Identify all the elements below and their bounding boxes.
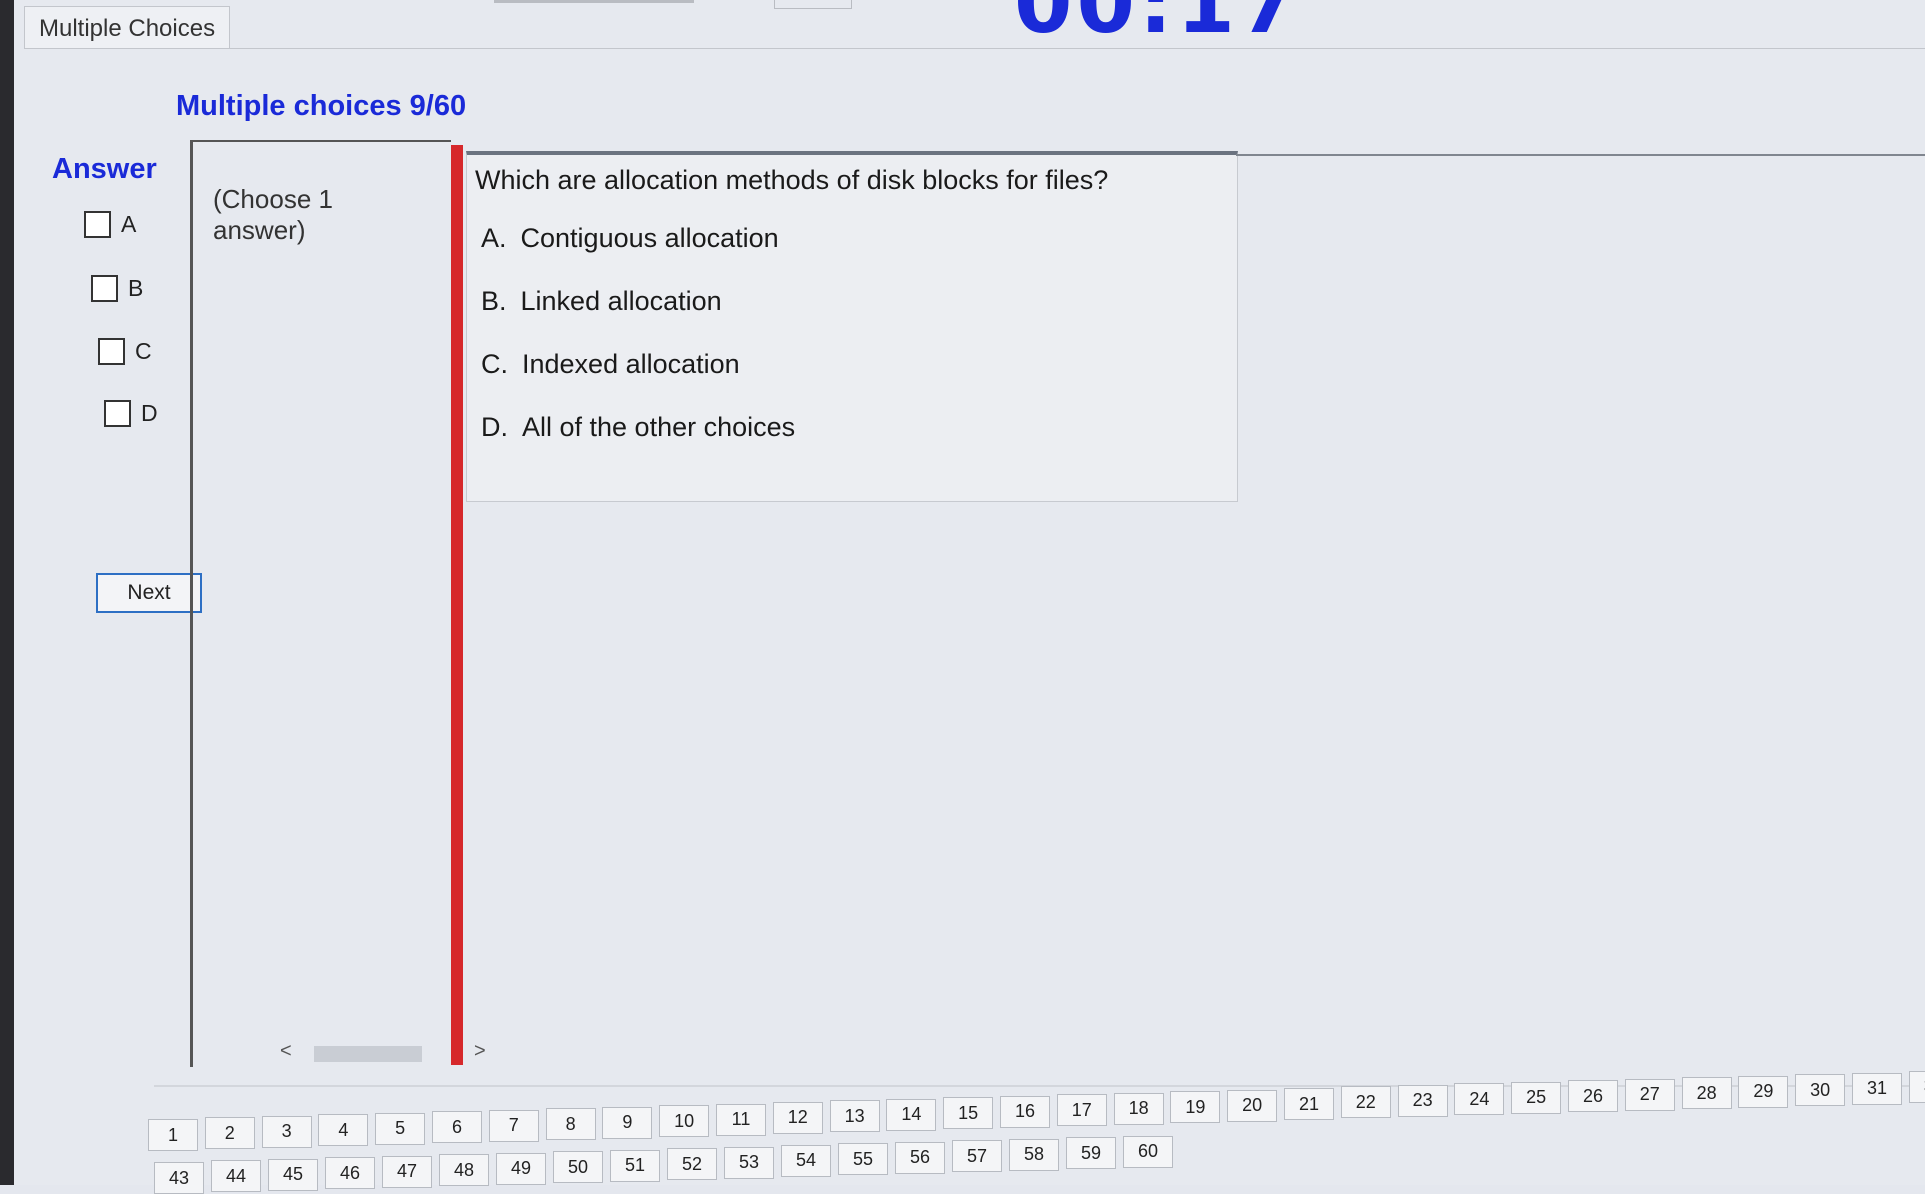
choice-d-text: All of the other choices bbox=[522, 412, 796, 442]
quiz-window: 00:17 Multiple Choices Multiple choices … bbox=[14, 0, 1925, 1194]
question-nav-button[interactable]: 30 bbox=[1795, 1074, 1846, 1107]
question-nav-button[interactable]: 16 bbox=[1000, 1095, 1050, 1128]
question-nav-button[interactable]: 44 bbox=[211, 1160, 261, 1193]
monitor-bezel bbox=[0, 0, 14, 1185]
question-nav-button[interactable]: 18 bbox=[1113, 1092, 1164, 1125]
question-nav-button[interactable]: 56 bbox=[895, 1141, 945, 1174]
question-nav-button[interactable]: 12 bbox=[772, 1101, 823, 1134]
question-nav-button[interactable]: 43 bbox=[154, 1162, 204, 1194]
checkbox-b[interactable] bbox=[91, 275, 118, 302]
question-nav-button[interactable]: 58 bbox=[1009, 1138, 1059, 1171]
checkbox-c[interactable] bbox=[98, 338, 125, 365]
question-nav-button[interactable]: 52 bbox=[667, 1148, 717, 1181]
choice-b-label: B. bbox=[481, 286, 507, 316]
answer-heading: Answer bbox=[52, 153, 157, 185]
top-bar-fragment bbox=[494, 0, 694, 3]
top-box-fragment bbox=[774, 0, 852, 9]
question-nav-button[interactable]: 59 bbox=[1066, 1137, 1116, 1170]
question-nav-button[interactable]: 47 bbox=[382, 1155, 432, 1188]
option-label-c: C bbox=[135, 338, 152, 364]
red-divider bbox=[451, 145, 463, 1065]
question-nav-button[interactable]: 31 bbox=[1852, 1072, 1902, 1105]
question-nav-button[interactable]: 11 bbox=[716, 1103, 766, 1136]
question-nav-button[interactable]: 21 bbox=[1284, 1088, 1334, 1120]
horizontal-scrollbar[interactable]: < > bbox=[276, 1040, 496, 1064]
question-nav-button[interactable]: 19 bbox=[1170, 1091, 1221, 1124]
question-nav-button[interactable]: 13 bbox=[829, 1100, 880, 1133]
question-nav-button[interactable]: 8 bbox=[545, 1108, 596, 1141]
question-nav-button[interactable]: 20 bbox=[1227, 1089, 1278, 1122]
question-nav-button[interactable]: 60 bbox=[1123, 1135, 1173, 1168]
question-nav-button[interactable]: 1 bbox=[148, 1119, 198, 1151]
question-nav-button[interactable]: 2 bbox=[204, 1117, 255, 1150]
question-nav-button[interactable]: 28 bbox=[1681, 1077, 1732, 1110]
next-button[interactable]: Next bbox=[96, 573, 202, 613]
scroll-right-arrow[interactable]: > bbox=[474, 1040, 486, 1063]
question-nav-button[interactable]: 29 bbox=[1738, 1075, 1789, 1108]
question-nav-button[interactable]: 49 bbox=[496, 1152, 546, 1185]
question-nav-button[interactable]: 55 bbox=[838, 1143, 888, 1176]
question-nav-button[interactable]: 15 bbox=[943, 1097, 994, 1130]
question-nav-button[interactable]: 10 bbox=[659, 1105, 710, 1138]
hint-panel: (Choose 1 answer) bbox=[190, 140, 451, 1067]
question-nav-button[interactable]: 4 bbox=[318, 1114, 369, 1147]
question-nav-button[interactable]: 3 bbox=[261, 1115, 312, 1148]
answer-option-b[interactable]: B bbox=[91, 275, 143, 302]
option-label-a: A bbox=[121, 211, 137, 237]
question-nav-button[interactable]: 32 bbox=[1908, 1070, 1925, 1103]
scroll-left-arrow[interactable]: < bbox=[280, 1040, 292, 1063]
question-nav-button[interactable]: 54 bbox=[781, 1144, 831, 1177]
question-nav-button[interactable]: 6 bbox=[432, 1111, 482, 1144]
header-rule bbox=[1236, 154, 1925, 156]
choice-c-label: C. bbox=[481, 349, 508, 379]
tab-multiple-choices[interactable]: Multiple Choices bbox=[24, 6, 231, 49]
answer-count-hint: (Choose 1 answer) bbox=[213, 184, 333, 245]
question-nav-button[interactable]: 24 bbox=[1454, 1083, 1505, 1116]
question-text: Which are allocation methods of disk blo… bbox=[475, 165, 1109, 195]
option-label-b: B bbox=[128, 275, 144, 301]
scroll-thumb[interactable] bbox=[314, 1046, 422, 1062]
question-nav-button[interactable]: 48 bbox=[439, 1154, 489, 1187]
question-nav-button[interactable]: 26 bbox=[1568, 1080, 1618, 1113]
choice-d-label: D. bbox=[481, 412, 508, 442]
question-nav-button[interactable]: 57 bbox=[952, 1140, 1002, 1173]
question-nav-button[interactable]: 7 bbox=[488, 1109, 539, 1142]
choice-b-text: Linked allocation bbox=[520, 286, 722, 316]
checkbox-a[interactable] bbox=[84, 211, 111, 238]
answer-option-a[interactable]: A bbox=[84, 211, 136, 238]
question-nav-button[interactable]: 51 bbox=[610, 1149, 660, 1182]
choice-a-text: Contiguous allocation bbox=[520, 223, 779, 253]
question-box: Which are allocation methods of disk blo… bbox=[466, 151, 1238, 502]
question-nav-button[interactable]: 50 bbox=[553, 1151, 603, 1184]
choice-d: D. All of the other choices bbox=[481, 412, 795, 443]
question-nav-button[interactable]: 9 bbox=[602, 1106, 653, 1139]
choice-c: C. Indexed allocation bbox=[481, 349, 740, 380]
choice-b: B. Linked allocation bbox=[481, 286, 722, 317]
answer-option-c[interactable]: C bbox=[98, 338, 152, 365]
question-nav-button[interactable]: 23 bbox=[1397, 1084, 1448, 1117]
countdown-timer: 00:17 bbox=[1014, 0, 1302, 52]
question-nav-button[interactable]: 5 bbox=[375, 1112, 426, 1145]
question-nav-button[interactable]: 17 bbox=[1056, 1094, 1107, 1127]
checkbox-d[interactable] bbox=[104, 400, 131, 427]
question-nav-button[interactable]: 25 bbox=[1511, 1081, 1562, 1114]
option-label-d: D bbox=[141, 400, 158, 426]
question-nav-button[interactable]: 53 bbox=[724, 1146, 774, 1179]
question-nav-button[interactable]: 22 bbox=[1340, 1086, 1391, 1119]
question-nav-button[interactable]: 14 bbox=[886, 1098, 937, 1131]
question-nav-button[interactable]: 45 bbox=[268, 1158, 318, 1191]
tab-divider bbox=[24, 48, 1925, 49]
choice-c-text: Indexed allocation bbox=[522, 349, 740, 379]
answer-option-d[interactable]: D bbox=[104, 400, 158, 427]
question-nav-button[interactable]: 27 bbox=[1624, 1078, 1675, 1111]
choice-a-label: A. bbox=[481, 223, 507, 253]
choice-a: A. Contiguous allocation bbox=[481, 223, 779, 254]
page-title: Multiple choices 9/60 bbox=[176, 90, 467, 122]
